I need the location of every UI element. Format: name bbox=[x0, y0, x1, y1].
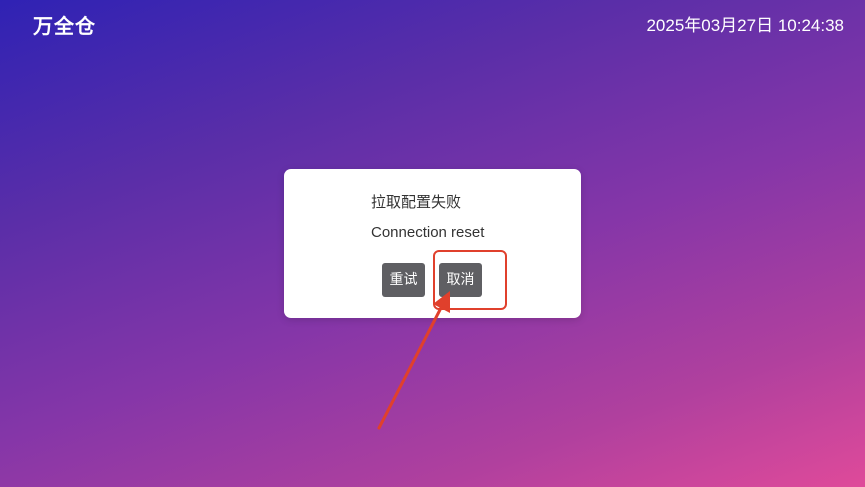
retry-button[interactable]: 重试 bbox=[382, 263, 425, 297]
app-title: 万全仓 bbox=[33, 14, 96, 38]
dialog-message: Connection reset bbox=[371, 224, 485, 241]
datetime-display: 2025年03月27日 10:24:38 bbox=[646, 16, 844, 35]
dialog-title: 拉取配置失败 bbox=[371, 193, 462, 211]
cancel-button[interactable]: 取消 bbox=[439, 263, 482, 297]
error-dialog: 拉取配置失败 Connection reset 重试 取消 bbox=[284, 169, 581, 318]
